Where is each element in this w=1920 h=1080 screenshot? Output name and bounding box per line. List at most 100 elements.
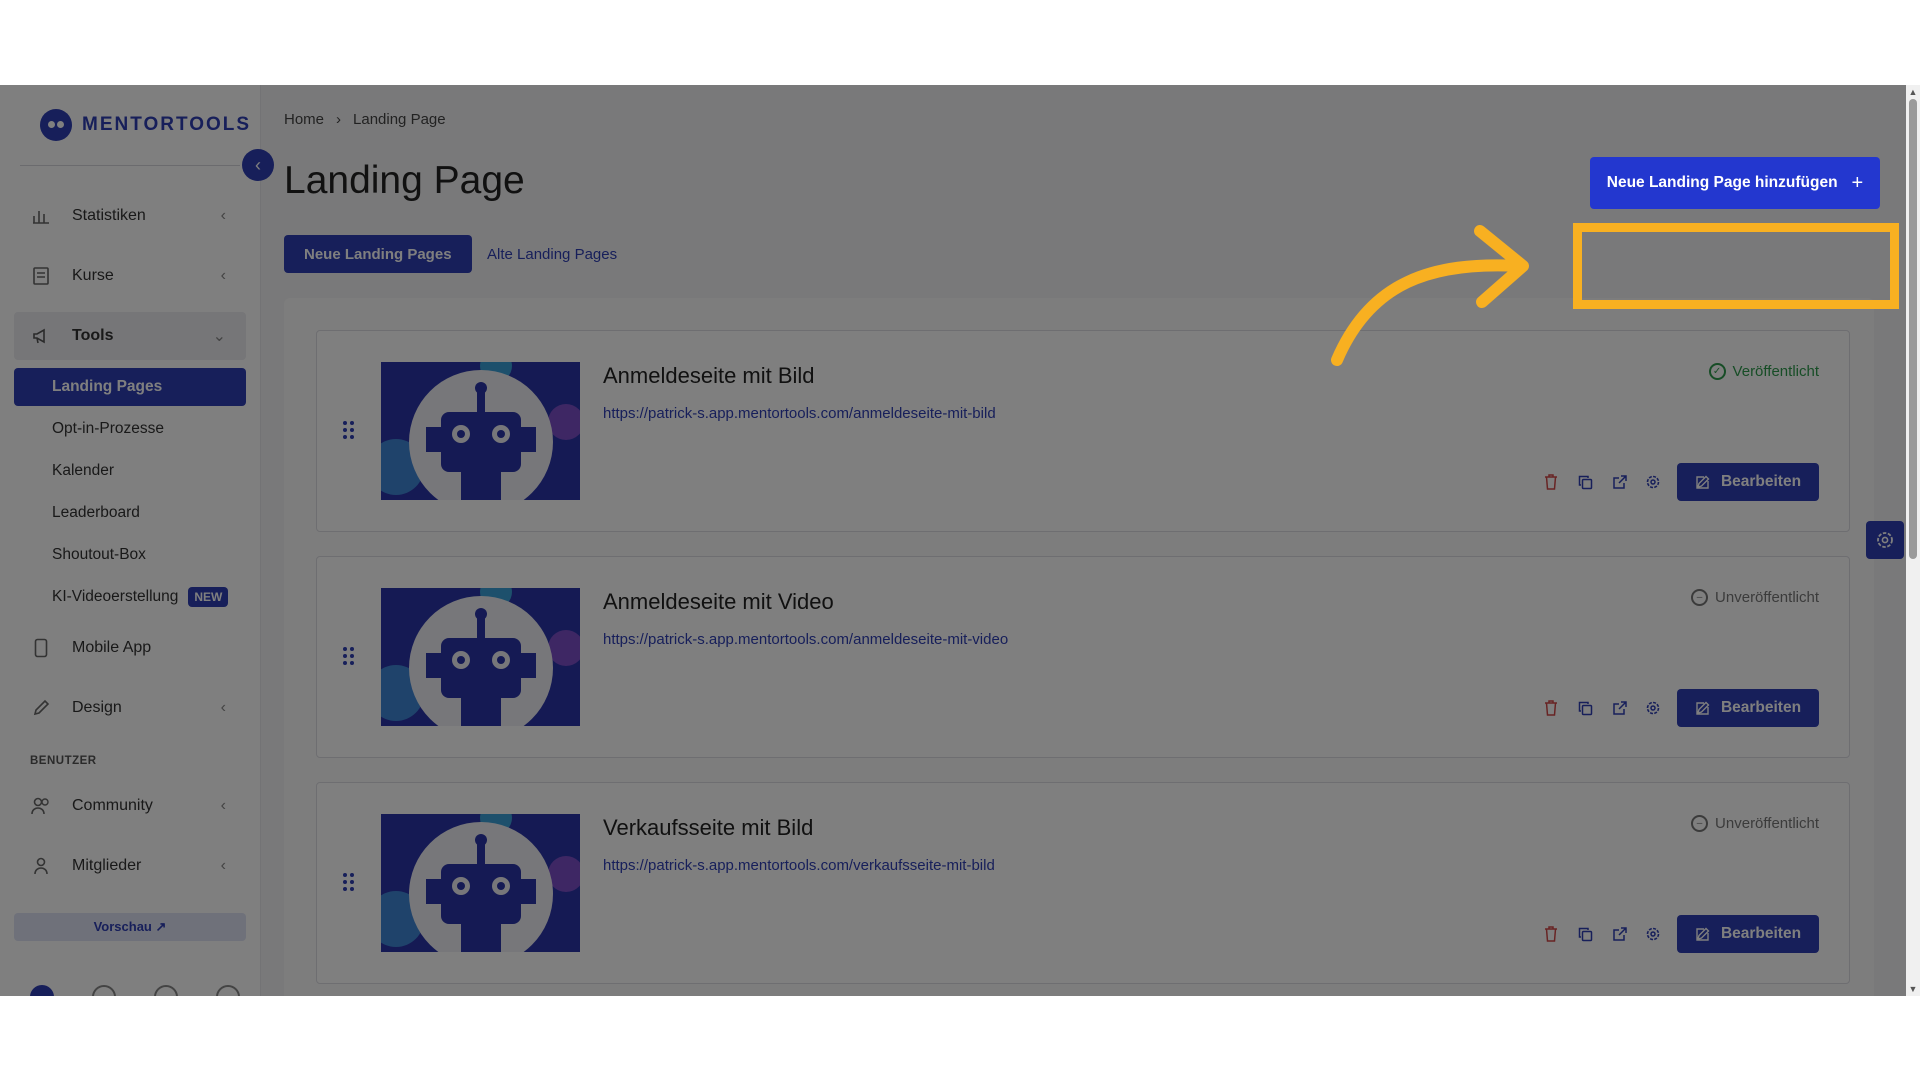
drag-handle-icon[interactable]: [343, 647, 354, 665]
sidebar-item-label: Design: [72, 699, 122, 716]
sidebar-divider: [20, 165, 240, 166]
trash-icon[interactable]: [1541, 924, 1561, 944]
copy-icon[interactable]: [1575, 698, 1595, 718]
settings-floating-button[interactable]: [1866, 521, 1904, 559]
landing-page-title: Anmeldeseite mit Bild: [603, 363, 815, 388]
page-title: Landing Page: [284, 159, 525, 202]
sidebar-subitem-label: KI-Videoerstellung: [52, 588, 179, 605]
logo-icon: [40, 109, 72, 141]
chevron-left-icon: ‹: [220, 797, 226, 814]
avatar[interactable]: [30, 985, 54, 996]
scrollbar[interactable]: ▲ ▼: [1906, 85, 1920, 996]
sidebar-subitem-shoutout-box[interactable]: Shoutout-Box: [14, 536, 246, 574]
sidebar-subitem-opt-in[interactable]: Opt-in-Prozesse: [14, 410, 246, 448]
gear-icon[interactable]: [154, 985, 178, 996]
sidebar-item-mitglieder[interactable]: Mitglieder ‹: [14, 842, 246, 890]
landing-page-card: Verkaufsseite mit Bild https://patrick-s…: [316, 782, 1850, 984]
tab-neue-landing-pages[interactable]: Neue Landing Pages: [284, 235, 472, 273]
tab-alte-landing-pages[interactable]: Alte Landing Pages: [487, 235, 617, 273]
plus-icon: +: [1851, 171, 1864, 194]
sidebar-subitem-kalender[interactable]: Kalender: [14, 452, 246, 490]
pencil-icon: [1696, 701, 1710, 715]
bar-chart-icon: [30, 205, 52, 227]
landing-page-url[interactable]: https://patrick-s.app.mentortools.com/an…: [603, 631, 1008, 648]
sidebar-subitem-landing-pages[interactable]: Landing Pages: [14, 368, 246, 406]
sidebar-item-tools[interactable]: Tools ⌄: [14, 312, 246, 360]
copy-icon[interactable]: [1575, 472, 1595, 492]
landing-page-thumbnail: [381, 814, 580, 952]
chevron-left-icon: ‹: [220, 699, 226, 716]
gear-icon: [1877, 532, 1893, 548]
scroll-thumb[interactable]: [1909, 99, 1917, 559]
sidebar-subitem-label: Opt-in-Prozesse: [52, 420, 164, 437]
chevron-left-icon: ‹: [220, 267, 226, 284]
edit-button-label: Bearbeiten: [1720, 699, 1802, 716]
edit-icon: [30, 697, 52, 719]
sidebar-item-label: Tools: [72, 327, 114, 344]
landing-page-list: Anmeldeseite mit Bild https://patrick-s.…: [284, 298, 1874, 996]
main-content: Home › Landing Page Landing Page Neue La…: [262, 85, 1902, 996]
external-link-icon[interactable]: [1609, 472, 1629, 492]
gear-icon[interactable]: [1643, 472, 1663, 492]
landing-page-card: Anmeldeseite mit Video https://patrick-s…: [316, 556, 1850, 758]
landing-page-title: Anmeldeseite mit Video: [603, 589, 834, 614]
sidebar-subitem-label: Shoutout-Box: [52, 546, 146, 563]
sidebar-footer: [30, 985, 240, 996]
trash-icon[interactable]: [1541, 698, 1561, 718]
status-badge: – Unveröffentlicht: [1691, 589, 1819, 606]
sidebar-item-community[interactable]: Community ‹: [14, 782, 246, 830]
landing-page-card: Anmeldeseite mit Bild https://patrick-s.…: [316, 330, 1850, 532]
sidebar-subitem-ki-video[interactable]: KI-Videoerstellung NEW: [14, 578, 246, 616]
breadcrumb-home[interactable]: Home: [284, 111, 324, 128]
chevron-left-icon: ‹: [255, 154, 261, 175]
status-badge: – Unveröffentlicht: [1691, 815, 1819, 832]
brand-name: MENTORTOOLS: [82, 114, 252, 135]
logo[interactable]: MENTORTOOLS: [40, 109, 251, 141]
chevron-left-icon: ‹: [220, 857, 226, 874]
add-landing-page-button[interactable]: Neue Landing Page hinzufügen +: [1590, 157, 1880, 209]
app-window: MENTORTOOLS Statistiken ‹ Kurse ‹ Tools …: [0, 85, 1920, 996]
edit-button[interactable]: Bearbeiten: [1677, 463, 1819, 501]
bottom-margin: [0, 996, 1920, 1080]
scroll-down-icon[interactable]: ▼: [1906, 982, 1920, 996]
book-icon: [30, 265, 52, 287]
breadcrumb: Home › Landing Page: [284, 111, 446, 128]
trash-icon[interactable]: [1541, 472, 1561, 492]
external-link-icon[interactable]: [1609, 698, 1629, 718]
sidebar-subitem-label: Kalender: [52, 462, 115, 479]
home-icon[interactable]: [216, 985, 240, 996]
users-icon: [30, 795, 52, 817]
external-link-icon[interactable]: [1609, 924, 1629, 944]
copy-icon[interactable]: [1575, 924, 1595, 944]
sidebar-item-statistiken[interactable]: Statistiken ‹: [14, 192, 246, 240]
edit-button[interactable]: Bearbeiten: [1677, 915, 1819, 953]
preview-button[interactable]: Vorschau ↗: [14, 913, 246, 941]
collapse-sidebar-button[interactable]: ‹: [242, 149, 274, 181]
top-margin: [0, 0, 1920, 85]
gear-icon[interactable]: [1643, 698, 1663, 718]
sidebar-item-design[interactable]: Design ‹: [14, 684, 246, 732]
landing-page-thumbnail: [381, 362, 580, 500]
add-landing-page-label: Neue Landing Page hinzufügen: [1606, 174, 1838, 191]
drag-handle-icon[interactable]: [343, 873, 354, 891]
landing-page-url[interactable]: https://patrick-s.app.mentortools.com/ve…: [603, 857, 995, 874]
landing-page-thumbnail: [381, 588, 580, 726]
megaphone-icon: [30, 325, 52, 347]
scroll-up-icon[interactable]: ▲: [1906, 85, 1920, 99]
sidebar-item-label: Community: [72, 797, 153, 814]
minus-circle-icon: –: [1691, 589, 1709, 606]
sidebar-subitem-leaderboard[interactable]: Leaderboard: [14, 494, 246, 532]
edit-button-label: Bearbeiten: [1720, 473, 1802, 490]
sidebar-item-kurse[interactable]: Kurse ‹: [14, 252, 246, 300]
gear-icon[interactable]: [1643, 924, 1663, 944]
help-icon[interactable]: [92, 985, 116, 996]
drag-handle-icon[interactable]: [343, 421, 354, 439]
landing-page-url[interactable]: https://patrick-s.app.mentortools.com/an…: [603, 405, 996, 422]
edit-button[interactable]: Bearbeiten: [1677, 689, 1819, 727]
tutorial-arrow-icon: [1331, 225, 1529, 366]
landing-page-title: Verkaufsseite mit Bild: [603, 815, 814, 840]
sidebar-item-mobile-app[interactable]: Mobile App: [14, 624, 246, 672]
card-actions: Bearbeiten: [1541, 463, 1819, 501]
card-actions: Bearbeiten: [1541, 915, 1819, 953]
sidebar-subitem-label: Leaderboard: [52, 504, 140, 521]
